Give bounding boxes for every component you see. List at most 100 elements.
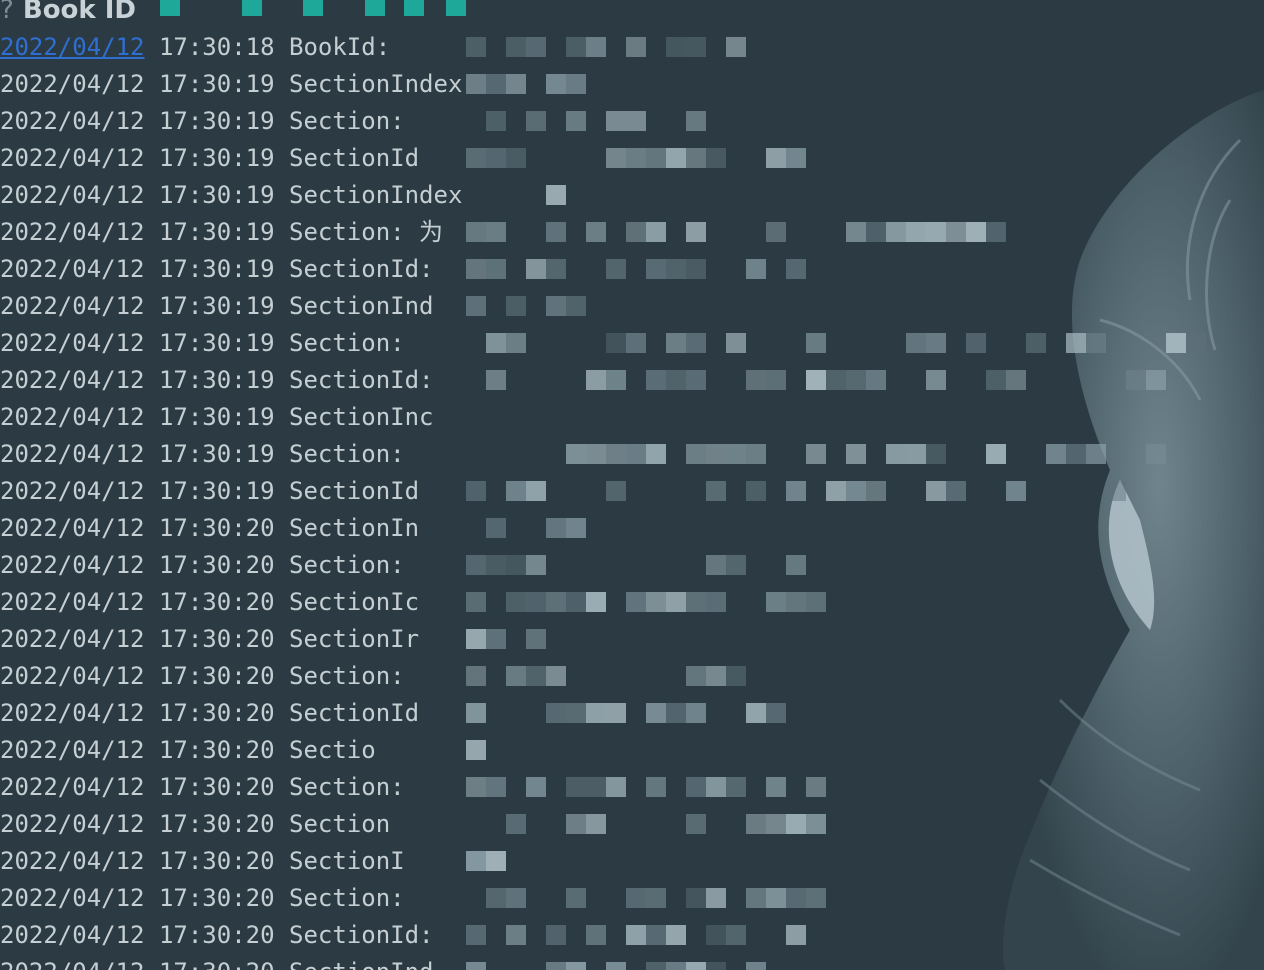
log-message: Section [289, 810, 391, 838]
log-line: 2022/04/12 17:30:20 SectionId [0, 695, 462, 732]
log-line: 2022/04/12 17:30:19 SectionInc [0, 399, 462, 436]
log-line: 2022/04/12 17:30:19 SectionIndex [0, 177, 462, 214]
log-message: SectionIr [289, 625, 420, 653]
log-message: Sectio [289, 736, 376, 764]
log-date: 2022/04/12 [0, 514, 145, 542]
log-date: 2022/04/12 [0, 144, 145, 172]
log-message: SectionIn [289, 514, 420, 542]
log-time: 17:30:19 [158, 255, 275, 283]
log-message: Section: 为 [289, 218, 444, 246]
log-time: 17:30:20 [158, 699, 275, 727]
log-message: SectionI [289, 847, 405, 875]
log-date: 2022/04/12 [0, 70, 145, 98]
log-time: 17:30:20 [158, 736, 275, 764]
log-time: 17:30:19 [158, 181, 275, 209]
log-line: 2022/04/12 17:30:19 Section: [0, 103, 462, 140]
log-message: SectionInc [289, 403, 434, 431]
log-time: 17:30:19 [158, 144, 275, 172]
log-line: 2022/04/12 17:30:20 SectionIc [0, 584, 462, 621]
log-time: 17:30:19 [158, 218, 275, 246]
header-redacted-value [160, 0, 480, 16]
log-time: 17:30:20 [158, 810, 275, 838]
log-line: 2022/04/12 17:30:20 SectionIn [0, 510, 462, 547]
log-message: BookId: [289, 33, 391, 61]
log-message: SectionId [289, 144, 420, 172]
log-date: 2022/04/12 [0, 773, 145, 801]
log-line: 2022/04/12 17:30:20 Section: [0, 769, 462, 806]
log-date: 2022/04/12 [0, 107, 145, 135]
header-row: ? Book ID [0, 0, 136, 28]
log-date: 2022/04/12 [0, 440, 145, 468]
terminal-window[interactable]: ? Book ID 2022/04/12 17:30:18 BookId: 202… [0, 0, 1264, 970]
log-line: 2022/04/12 17:30:20 SectionInd [0, 954, 462, 970]
log-message: SectionId: [289, 255, 434, 283]
log-line: 2022/04/12 17:30:20 SectionIr [0, 621, 462, 658]
log-output: 2022/04/12 17:30:18 BookId: 2022/04/12 17… [0, 29, 462, 970]
log-message: SectionInd [289, 292, 434, 320]
log-time: 17:30:19 [158, 366, 275, 394]
log-line: 2022/04/12 17:30:19 SectionId [0, 473, 462, 510]
log-message: SectionIc [289, 588, 420, 616]
log-time: 17:30:19 [158, 70, 275, 98]
log-date: 2022/04/12 [0, 403, 145, 431]
log-message: SectionInd [289, 958, 434, 970]
log-line: 2022/04/12 17:30:19 Section: [0, 436, 462, 473]
log-message: Section: [289, 884, 405, 912]
log-message: SectionIndex [289, 70, 463, 98]
log-time: 17:30:20 [158, 921, 275, 949]
log-message: Section: [289, 551, 405, 579]
log-line: 2022/04/12 17:30:19 SectionId [0, 140, 462, 177]
log-time: 17:30:20 [158, 551, 275, 579]
log-date: 2022/04/12 [0, 255, 145, 283]
log-date: 2022/04/12 [0, 625, 145, 653]
log-line: 2022/04/12 17:30:20 Section: [0, 658, 462, 695]
log-message: Section: [289, 662, 405, 690]
log-line: 2022/04/12 17:30:19 SectionId: [0, 362, 462, 399]
log-time: 17:30:19 [158, 440, 275, 468]
log-time: 17:30:19 [158, 292, 275, 320]
log-line: 2022/04/12 17:30:20 SectionId: [0, 917, 462, 954]
log-time: 17:30:19 [158, 107, 275, 135]
log-message: Section: [289, 107, 405, 135]
log-line: 2022/04/12 17:30:20 Section: [0, 547, 462, 584]
log-date: 2022/04/12 [0, 699, 145, 727]
log-message: Section: [289, 773, 405, 801]
log-date: 2022/04/12 [0, 884, 145, 912]
log-line: 2022/04/12 17:30:20 Section [0, 806, 462, 843]
log-line: 2022/04/12 17:30:19 SectionId: [0, 251, 462, 288]
log-date: 2022/04/12 [0, 847, 145, 875]
log-time: 17:30:20 [158, 662, 275, 690]
log-date: 2022/04/12 [0, 329, 145, 357]
header-label: Book ID [22, 0, 137, 25]
log-time: 17:30:19 [158, 329, 275, 357]
log-time: 17:30:19 [158, 477, 275, 505]
log-time: 17:30:18 [158, 33, 275, 61]
log-date-link[interactable]: 2022/04/12 [0, 33, 145, 61]
log-message: Section: [289, 440, 405, 468]
log-message: SectionId [289, 477, 420, 505]
log-time: 17:30:20 [158, 625, 275, 653]
log-date: 2022/04/12 [0, 477, 145, 505]
log-date: 2022/04/12 [0, 551, 145, 579]
log-time: 17:30:19 [158, 403, 275, 431]
log-message: SectionIndex [289, 181, 463, 209]
log-time: 17:30:20 [158, 514, 275, 542]
log-message: SectionId: [289, 366, 434, 394]
log-time: 17:30:20 [158, 773, 275, 801]
log-line: 2022/04/12 17:30:20 Section: [0, 880, 462, 917]
log-date: 2022/04/12 [0, 181, 145, 209]
log-date: 2022/04/12 [0, 736, 145, 764]
log-date: 2022/04/12 [0, 810, 145, 838]
log-date: 2022/04/12 [0, 662, 145, 690]
log-date: 2022/04/12 [0, 292, 145, 320]
log-line: 2022/04/12 17:30:20 SectionI [0, 843, 462, 880]
log-time: 17:30:20 [158, 588, 275, 616]
log-line: 2022/04/12 17:30:19 Section: 为 [0, 214, 462, 251]
log-time: 17:30:20 [159, 958, 275, 970]
log-time: 17:30:20 [158, 884, 275, 912]
prompt-char: ? [0, 0, 14, 25]
log-date: 2022/04/12 [0, 218, 145, 246]
log-date: 2022/04/12 [0, 588, 145, 616]
log-date: 2022/04/12 [0, 958, 145, 970]
log-line: 2022/04/12 17:30:19 SectionInd [0, 288, 462, 325]
